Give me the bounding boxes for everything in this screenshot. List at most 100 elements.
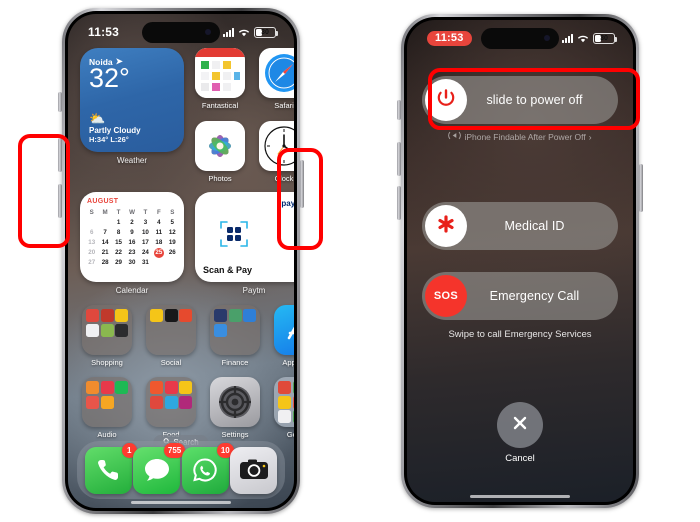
battery-icon: 30 xyxy=(254,26,278,38)
cancel-label: Cancel xyxy=(505,453,535,464)
calendar-day: 21 xyxy=(101,249,109,256)
paytm-widget-label: Paytm xyxy=(242,286,266,295)
medical-id-knob[interactable] xyxy=(425,205,467,247)
calendar-day: 14 xyxy=(101,239,109,246)
calendar-day: 19 xyxy=(168,239,176,246)
paytm-action-label: Scan & Pay xyxy=(203,265,253,275)
folder-icon xyxy=(146,377,196,427)
battery-level: 30 xyxy=(261,28,269,36)
app-settings[interactable]: Settings xyxy=(210,377,260,439)
sos-icon-text: SOS xyxy=(433,290,459,302)
dynamic-island xyxy=(142,22,220,43)
folder-shopping[interactable]: Shopping xyxy=(82,305,132,367)
volume-down-button[interactable] xyxy=(58,184,62,218)
mute-switch[interactable] xyxy=(58,92,62,112)
folder-finance[interactable]: Finance xyxy=(210,305,260,367)
medical-id-slider[interactable]: Medical ID xyxy=(422,202,618,250)
emergency-call-label: Emergency Call xyxy=(489,289,580,303)
medical-id-asterisk-icon xyxy=(435,213,457,240)
calendar-day: 24 xyxy=(141,249,149,256)
calendar-day: 20 xyxy=(88,249,96,256)
power-icon xyxy=(435,87,457,114)
qr-scan-icon xyxy=(219,219,294,254)
folder-audio[interactable]: Audio xyxy=(82,377,132,439)
calendar-day: 30 xyxy=(128,259,136,266)
cancel-button[interactable] xyxy=(497,402,543,448)
folder-icon xyxy=(210,305,260,355)
calendar-day: 2 xyxy=(130,219,134,226)
sos-icon[interactable]: SOS xyxy=(425,275,467,317)
calendar-day: 5 xyxy=(170,219,174,226)
calendar-day: 11 xyxy=(155,229,163,236)
status-time: 11:53 xyxy=(88,25,120,39)
calendar-day: 15 xyxy=(115,239,122,246)
calendar-day: 12 xyxy=(168,229,176,236)
weather-condition: Partly Cloudy xyxy=(89,126,141,135)
right-phone-frame: 11:53 30 slide to power off iPhone Finda… xyxy=(397,14,643,508)
volume-up-button[interactable] xyxy=(58,138,62,172)
dock-item-whatsapp[interactable]: 10 xyxy=(181,442,234,494)
dock: 1 755 10 xyxy=(77,441,285,499)
weather-high-low: H:34° L:26° xyxy=(89,135,129,144)
folder-food[interactable]: Food xyxy=(146,377,196,439)
calendar-day: 1 xyxy=(116,219,121,226)
calendar-widget[interactable]: AUGUST S M T W T F S 1 2 3 4 5 6 7 8 9 1… xyxy=(80,192,184,295)
camera-icon xyxy=(230,446,278,494)
app-safari[interactable]: Safari xyxy=(259,48,294,110)
calendar-day: 23 xyxy=(128,249,136,256)
battery-level: 30 xyxy=(600,34,608,42)
power-off-overlay: 11:53 30 slide to power off iPhone Finda… xyxy=(407,20,633,502)
fantastical-icon xyxy=(195,48,245,98)
calendar-weekday: F xyxy=(156,209,161,216)
calendar-weekday: W xyxy=(129,209,135,216)
calendar-day: 7 xyxy=(103,229,107,236)
volume-up-button-right[interactable] xyxy=(397,142,401,176)
side-power-button-right[interactable] xyxy=(639,164,643,212)
calendar-day: 8 xyxy=(116,229,121,236)
home-indicator xyxy=(470,495,570,498)
calendar-day: 26 xyxy=(168,249,176,256)
side-power-button[interactable] xyxy=(300,160,304,208)
dock-item-camera[interactable] xyxy=(230,446,278,494)
weather-widget[interactable]: Noida ➤ 32° ⛅ Partly Cloudy H:34° L:26° xyxy=(80,48,184,183)
calendar-day: 9 xyxy=(130,229,134,236)
emergency-call-slider[interactable]: SOS Emergency Call xyxy=(422,272,618,320)
calendar-day xyxy=(98,218,111,228)
mute-switch-right[interactable] xyxy=(397,100,401,120)
folder-row-2: Audio Food xyxy=(80,377,294,439)
calendar-today: 25 xyxy=(153,248,164,258)
folder-icon xyxy=(146,305,196,355)
settings-gear-icon xyxy=(210,377,260,427)
cancel-area: Cancel xyxy=(407,402,633,464)
app-photos[interactable]: Photos xyxy=(195,121,245,183)
volume-down-button-right[interactable] xyxy=(397,186,401,220)
slide-to-power-off-slider[interactable]: slide to power off xyxy=(422,76,618,124)
calendar-day: 18 xyxy=(155,239,163,246)
chevron-right-icon: › xyxy=(588,131,592,142)
dock-item-messages[interactable]: 755 xyxy=(133,442,186,494)
app-fantastical[interactable]: Fantastical xyxy=(195,48,245,110)
paytm-widget[interactable]: paytm xyxy=(195,192,294,295)
folder-social[interactable]: Social xyxy=(146,305,196,367)
calendar-day: 28 xyxy=(101,259,109,266)
folder-icon xyxy=(82,305,132,355)
folder-row-1: Shopping Social Finance App xyxy=(80,305,294,367)
folder-label: Social xyxy=(160,358,182,367)
folder-google[interactable]: Google xyxy=(274,377,294,439)
calendar-weekday: T xyxy=(116,209,121,216)
close-x-icon xyxy=(510,413,530,438)
app-clock[interactable]: Clock xyxy=(259,121,294,183)
right-phone-screen: 11:53 30 slide to power off iPhone Finda… xyxy=(407,20,633,502)
clock-face-icon xyxy=(259,121,294,171)
findable-note[interactable]: iPhone Findable After Power Off › xyxy=(407,131,633,142)
photos-pinwheel-icon xyxy=(195,121,245,171)
power-slider-knob[interactable] xyxy=(425,79,467,121)
partly-cloudy-icon: ⛅ xyxy=(89,111,106,126)
status-indicators: 30 xyxy=(562,32,617,44)
wifi-icon xyxy=(577,34,589,43)
widget-row-middle: AUGUST S M T W T F S 1 2 3 4 5 6 7 8 9 1… xyxy=(80,192,294,295)
calendar-month: AUGUST xyxy=(87,198,119,205)
app-app-store[interactable]: App Store xyxy=(274,305,294,367)
home-indicator xyxy=(131,501,231,504)
dock-item-phone[interactable]: 1 xyxy=(84,442,137,494)
